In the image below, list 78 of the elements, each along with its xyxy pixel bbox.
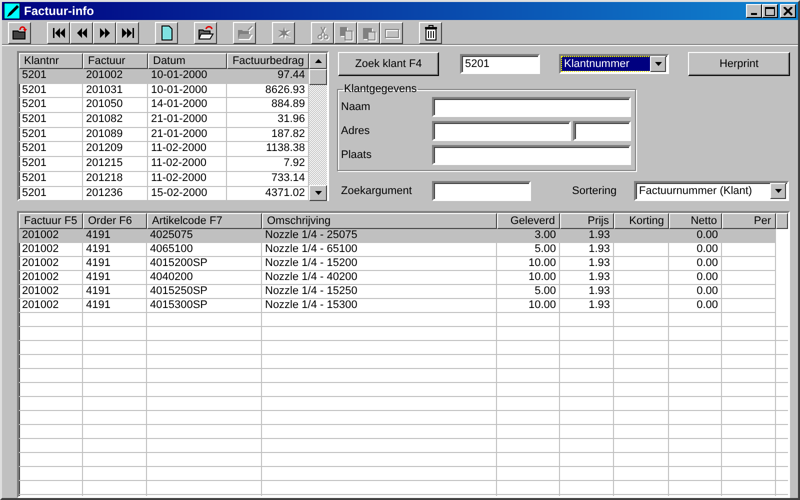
column-header[interactable]: Omschrijving xyxy=(262,213,497,229)
column-header[interactable]: Netto xyxy=(669,213,722,229)
copy-icon xyxy=(338,25,354,41)
next-button[interactable] xyxy=(93,22,116,44)
line-item-row[interactable]: 201002 4191 4015200SP Nozzle 1/4 - 15200 10.00 1.93 0.00 xyxy=(19,257,788,271)
skip-last-icon xyxy=(120,25,136,41)
column-header[interactable]: Artikelcode F7 xyxy=(147,213,262,229)
last-button[interactable] xyxy=(116,22,139,44)
customer-number-field[interactable]: 5201 xyxy=(460,54,540,74)
cut-icon xyxy=(314,25,330,41)
trash-button[interactable] xyxy=(419,22,442,44)
invoice-row[interactable]: 5201 201050 14-01-2000 884.89 xyxy=(19,98,309,114)
first-button[interactable] xyxy=(47,22,70,44)
scroll-up-button[interactable] xyxy=(309,53,327,69)
dropdown-arrow-icon xyxy=(774,189,782,193)
input-field[interactable] xyxy=(573,121,631,141)
folder-arrow-icon xyxy=(12,25,28,41)
window-title: Factuur-info xyxy=(24,4,94,18)
column-header[interactable]: Prijs xyxy=(560,213,614,229)
invoice-row[interactable]: 5201 201218 11-02-2000 733.14 xyxy=(19,172,309,186)
scrollbar[interactable] xyxy=(309,53,327,202)
search-argument-field[interactable] xyxy=(432,181,531,201)
close-button[interactable] xyxy=(780,4,796,18)
group-title: Klantgegevens xyxy=(343,83,418,95)
scroll-down-button[interactable] xyxy=(309,185,327,202)
exit-button[interactable] xyxy=(8,22,31,44)
paste-icon xyxy=(360,25,376,41)
prev-button[interactable] xyxy=(70,22,93,44)
line-item-row[interactable]: 201002 4191 4015300SP Nozzle 1/4 - 15300 10.00 1.93 0.00 xyxy=(19,299,788,313)
maximize-icon xyxy=(765,6,775,16)
dropdown-arrow-icon xyxy=(654,62,662,66)
column-header[interactable]: Datum xyxy=(148,53,227,69)
down-arrow-icon xyxy=(314,191,322,196)
scroll-thumb[interactable] xyxy=(309,69,327,85)
field-label: Plaats xyxy=(341,149,373,161)
document-icon xyxy=(158,25,174,41)
column-header[interactable]: Korting xyxy=(614,213,669,229)
search-mode-dropdown[interactable]: Klantnummer xyxy=(559,54,669,74)
input-field[interactable] xyxy=(432,121,571,141)
trash-icon xyxy=(422,25,438,41)
column-header[interactable]: Geleverd xyxy=(497,213,560,229)
invoice-row[interactable]: 5201 201215 11-02-2000 7.92 xyxy=(19,157,309,172)
column-header[interactable]: Factuur xyxy=(83,53,148,69)
folder-icon xyxy=(236,25,252,41)
invoice-row[interactable]: 5201 201031 10-01-2000 8626.93 xyxy=(19,84,309,98)
field-label: Naam xyxy=(341,101,372,113)
maximize-button[interactable] xyxy=(762,4,778,18)
column-header[interactable]: Klantnr xyxy=(19,53,83,69)
column-header[interactable]: Order F6 xyxy=(83,213,147,229)
invoice-row[interactable]: 5201 201089 21-01-2000 187.82 xyxy=(19,128,309,142)
minimize-button[interactable] xyxy=(746,4,762,18)
up-arrow-icon xyxy=(314,59,322,63)
line-item-row[interactable]: 201002 4191 4040200 Nozzle 1/4 - 40200 10.00 1.93 0.00 xyxy=(19,271,788,285)
input-field[interactable] xyxy=(432,97,631,117)
reprint-button[interactable]: Herprint xyxy=(688,52,790,76)
field-label: Adres xyxy=(341,125,371,137)
minimize-icon xyxy=(751,13,757,15)
input-field[interactable] xyxy=(432,145,631,165)
invoice-row[interactable]: 5201 201002 10-01-2000 97.44 xyxy=(19,69,309,84)
close-icon xyxy=(783,6,793,16)
folder-open-icon xyxy=(198,25,214,41)
column-header[interactable]: Per xyxy=(722,213,776,229)
column-header[interactable]: Factuur F5 xyxy=(19,213,83,229)
star-icon xyxy=(276,25,292,41)
line-item-row[interactable]: 201002 4191 4065100 Nozzle 1/4 - 65100 5.00 1.93 0.00 xyxy=(19,243,788,257)
field-label: Sortering xyxy=(572,185,618,197)
open-button[interactable] xyxy=(194,22,217,44)
search-customer-button[interactable]: Zoek klant F4 xyxy=(338,52,439,76)
new-button[interactable] xyxy=(155,22,178,44)
column-header[interactable]: Factuurbedrag xyxy=(227,53,309,69)
sort-dropdown[interactable]: Factuurnummer (Klant) xyxy=(634,181,789,201)
field-label: Zoekargument xyxy=(341,185,413,197)
invoice-row[interactable]: 5201 201209 11-02-2000 1138.38 xyxy=(19,142,309,158)
line-item-row[interactable]: 201002 4191 4015250SP Nozzle 1/4 - 15250 5.00 1.93 0.00 xyxy=(19,285,788,299)
pencil-icon xyxy=(4,3,20,19)
invoice-row[interactable]: 5201 201236 15-02-2000 4371.02 xyxy=(19,186,309,202)
invoice-row[interactable]: 5201 201082 21-01-2000 31.96 xyxy=(19,113,309,128)
skip-first-icon xyxy=(50,25,66,41)
